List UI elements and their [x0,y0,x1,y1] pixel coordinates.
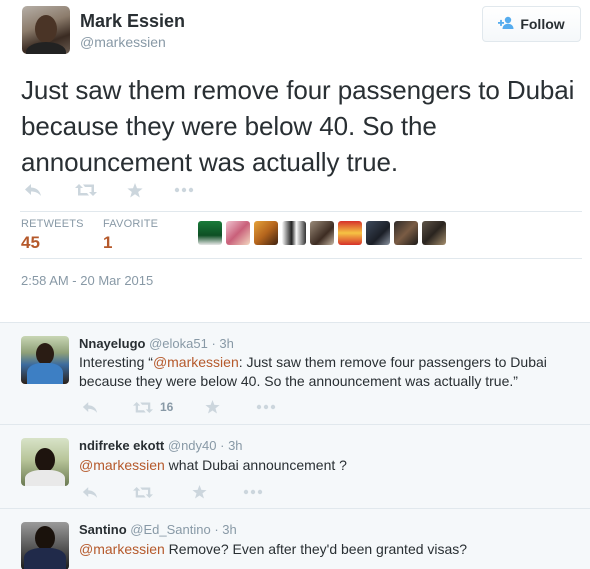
reply-author-handle[interactable]: @ndy40 [168,438,217,453]
list-item[interactable]: Santino @Ed_Santino · 3h @markessien Rem… [0,509,590,569]
retweet-icon[interactable] [75,183,97,197]
reply-icon[interactable] [82,401,98,414]
reply-author-handle[interactable]: @Ed_Santino [130,522,210,537]
avatar[interactable] [22,6,70,54]
avatar[interactable] [366,221,390,245]
replies-list: Nnayelugo @eloka51 · 3h Interesting “@ma… [0,322,590,569]
avatar[interactable] [310,221,334,245]
reply-header: Santino @Ed_Santino · 3h [79,522,237,537]
favorites-label: FAVORITE [103,218,159,230]
divider [20,258,582,259]
avatar[interactable] [21,336,69,384]
reply-time[interactable]: · 3h [211,336,233,351]
reply-header: Nnayelugo @eloka51 · 3h [79,336,234,351]
divider [20,211,582,212]
reply-time[interactable]: · 3h [214,522,236,537]
favorite-star-icon[interactable] [205,400,220,414]
favorite-star-icon[interactable] [192,485,207,499]
reply-text-prefix: Interesting “ [79,354,153,370]
avatar[interactable] [198,221,222,245]
author-handle[interactable]: @markessien [80,34,166,50]
reply-actions: 16 [82,399,276,415]
reply-text-rest: Remove? Even after they'd been granted v… [164,541,468,557]
reply-text: Interesting “@markessien: Just saw them … [79,353,569,391]
tweet-timestamp[interactable]: 2:58 AM - 20 Mar 2015 [21,273,153,288]
follow-button[interactable]: Follow [482,6,581,42]
reply-author-name[interactable]: Nnayelugo [79,336,145,351]
reply-text-rest: what Dubai announcement ? [164,457,347,473]
retweets-label: RETWEETS [21,218,84,230]
favorites-count[interactable]: 1 [103,233,112,253]
more-dots-icon[interactable] [174,187,194,193]
author-name[interactable]: Mark Essien [80,11,185,32]
follow-label: Follow [520,16,565,32]
more-dots-icon[interactable] [256,404,276,410]
favoriter-avatars [198,221,446,245]
reply-author-name[interactable]: ndifreke ekott [79,438,164,453]
favorite-star-icon[interactable] [127,182,143,198]
avatar[interactable] [282,221,306,245]
retweet-icon[interactable] [133,486,153,499]
mention-link[interactable]: @markessien [153,354,239,370]
retweets-count[interactable]: 45 [21,233,40,253]
reply-text: @markessien Remove? Even after they'd be… [79,540,569,559]
mention-link[interactable]: @markessien [79,541,165,557]
tweet-actions [22,180,194,200]
avatar[interactable] [226,221,250,245]
retweet-icon[interactable]: 16 [133,399,173,415]
main-tweet: Mark Essien @markessien Follow Just saw … [0,0,590,306]
reply-icon[interactable] [24,183,42,197]
list-item[interactable]: ndifreke ekott @ndy40 · 3h @markessien w… [0,425,590,509]
more-dots-icon[interactable] [243,489,263,495]
add-user-icon [498,16,514,32]
reply-actions [82,485,263,499]
avatar[interactable] [422,221,446,245]
avatar[interactable] [254,221,278,245]
avatar[interactable] [21,522,69,569]
reply-text: @markessien what Dubai announcement ? [79,456,569,475]
reply-author-handle[interactable]: @eloka51 [149,336,208,351]
reply-author-name[interactable]: Santino [79,522,127,537]
retweet-count: 16 [160,400,174,414]
tweet-text: Just saw them remove four passengers to … [21,75,575,177]
avatar-shirt [26,42,66,54]
reply-time[interactable]: · 3h [220,438,242,453]
reply-icon[interactable] [82,486,98,499]
avatar[interactable] [394,221,418,245]
reply-header: ndifreke ekott @ndy40 · 3h [79,438,243,453]
avatar-face [35,15,57,43]
avatar[interactable] [338,221,362,245]
mention-link[interactable]: @markessien [79,457,165,473]
avatar[interactable] [21,438,69,486]
list-item[interactable]: Nnayelugo @eloka51 · 3h Interesting “@ma… [0,323,590,425]
